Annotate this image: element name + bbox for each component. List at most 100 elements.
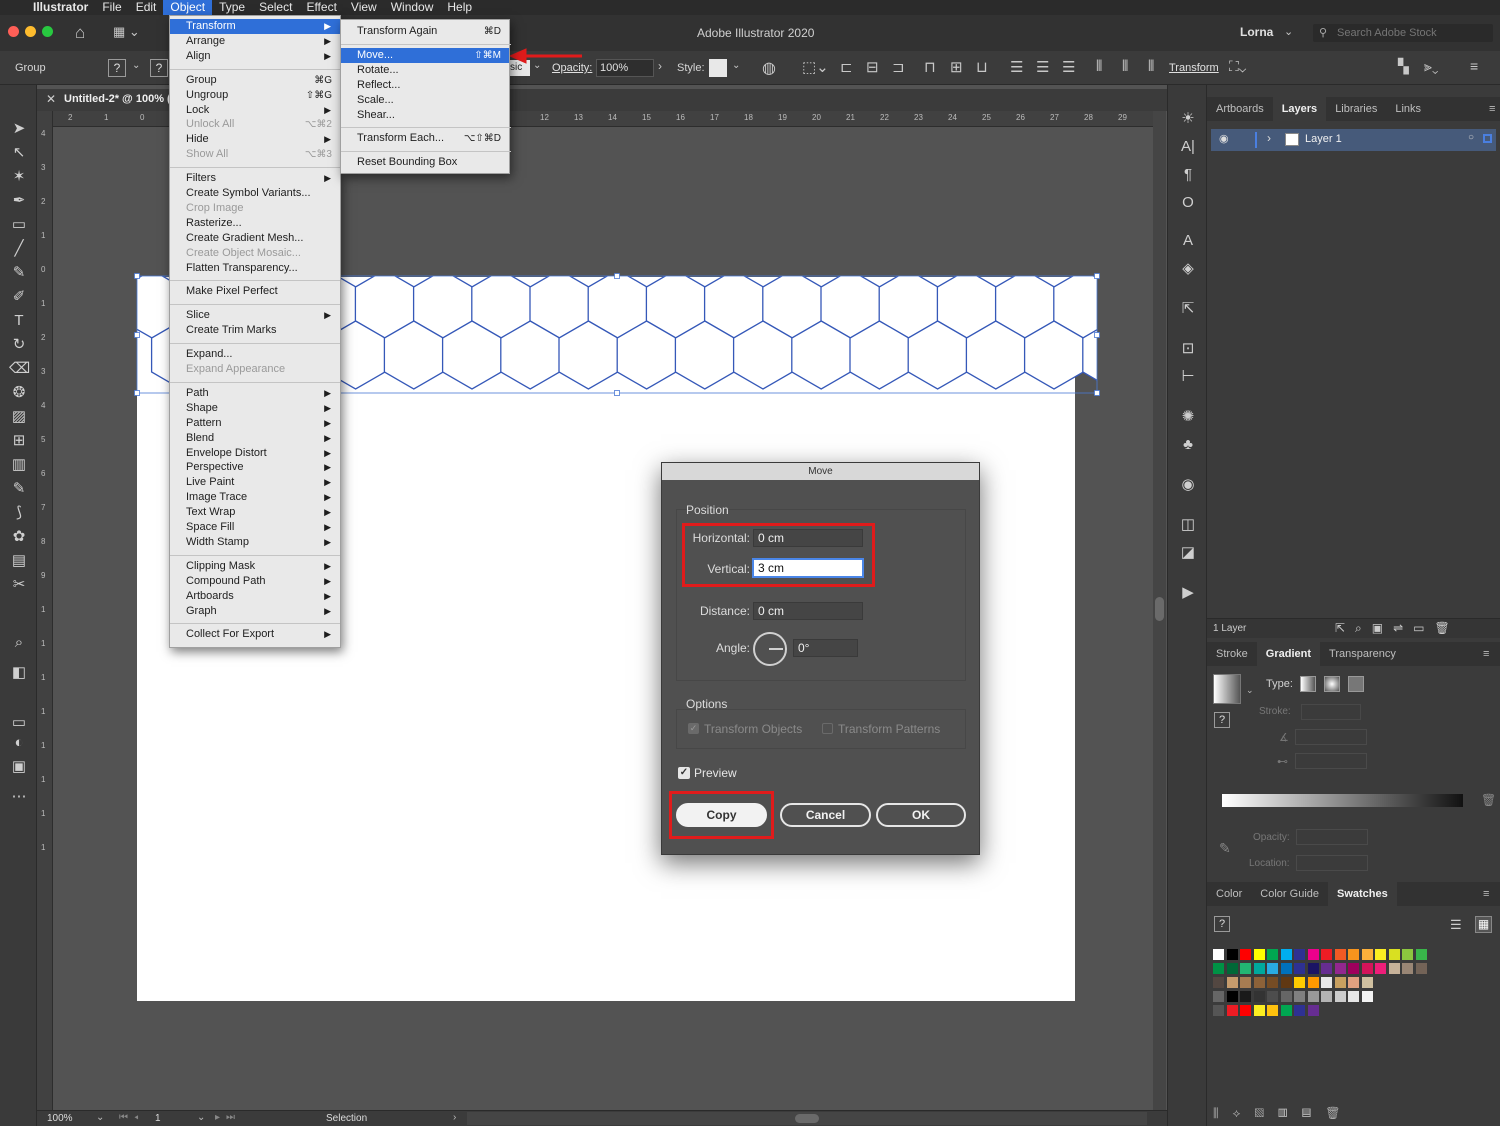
color-swatch[interactable] [1267, 991, 1278, 1002]
zoom-level[interactable]: 100% [47, 1113, 73, 1124]
selection-handle[interactable] [134, 273, 140, 279]
menu-item-flatten-transparency[interactable]: Flatten Transparency... [170, 261, 340, 276]
selection-handle[interactable] [134, 390, 140, 396]
layer-row[interactable]: ◉ › Layer 1 ○ [1211, 129, 1496, 151]
color-swatch[interactable] [1226, 949, 1238, 960]
scrollbar-thumb[interactable] [795, 1114, 819, 1123]
color-swatch[interactable] [1294, 949, 1305, 960]
color-swatch[interactable] [1348, 963, 1359, 974]
color-swatch[interactable] [1280, 991, 1292, 1002]
color-swatch[interactable] [1334, 991, 1346, 1002]
color-swatch[interactable] [1253, 991, 1265, 1002]
menu-item-group[interactable]: Group ⌘G [170, 73, 340, 88]
tab-transparency[interactable]: Transparency [1320, 642, 1405, 666]
menu-item-graph[interactable]: Graph ▶ [170, 604, 340, 619]
color-swatch[interactable] [1213, 963, 1224, 974]
appearance-icon[interactable]: ◉ [1178, 475, 1198, 495]
tab-layers[interactable]: Layers [1272, 97, 1327, 121]
color-swatch[interactable] [1361, 991, 1373, 1002]
menu-item-arrange[interactable]: Arrange ▶ [170, 34, 340, 49]
selection-handle[interactable] [1094, 332, 1100, 338]
menu-item-create-symbol-variants[interactable]: Create Symbol Variants... [170, 186, 340, 201]
distance-input[interactable]: 0 cm [753, 602, 863, 620]
color-swatch[interactable] [1321, 977, 1332, 988]
selection-handle[interactable] [614, 390, 620, 396]
color-swatch[interactable] [1253, 963, 1265, 974]
menu-item-create-trim-marks[interactable]: Create Trim Marks [170, 323, 340, 338]
color-swatch[interactable] [1307, 963, 1319, 974]
color-swatch[interactable] [1240, 991, 1251, 1002]
color-swatch[interactable] [1226, 963, 1238, 974]
symbols-icon[interactable]: ♣ [1178, 435, 1198, 455]
swatches-footer-icons[interactable]: ⫼⟡▧▥▤🗑 [1213, 1106, 1355, 1121]
color-swatch[interactable] [1267, 949, 1278, 960]
menu-item-live-paint[interactable]: Live Paint ▶ [170, 475, 340, 490]
tab-gradient[interactable]: Gradient [1256, 642, 1321, 666]
color-swatch[interactable] [1213, 977, 1224, 988]
menu-item-hide[interactable]: Hide ▶ [170, 132, 340, 147]
menu-item-width-stamp[interactable]: Width Stamp ▶ [170, 535, 340, 550]
color-swatch[interactable] [1348, 949, 1359, 960]
color-swatch[interactable] [1334, 963, 1346, 974]
scrollbar-thumb[interactable] [1155, 597, 1164, 621]
export-icon[interactable]: ⇱ [1178, 299, 1198, 319]
character-icon[interactable]: A| [1178, 137, 1198, 157]
menu-item-shear[interactable]: Shear... [341, 108, 509, 123]
paragraph-icon[interactable]: ¶ [1178, 165, 1198, 185]
color-swatch[interactable] [1240, 963, 1251, 974]
artboard-nav-prev[interactable]: ⏮◂ [119, 1112, 145, 1123]
menu-item-compound-path[interactable]: Compound Path ▶ [170, 574, 340, 589]
color-swatch[interactable] [1267, 963, 1278, 974]
list-view-icon[interactable]: ☰ [1450, 917, 1462, 933]
tab-links[interactable]: Links [1386, 97, 1430, 121]
cancel-button[interactable]: Cancel [780, 803, 871, 827]
menu-item-ungroup[interactable]: Ungroup ⇧⌘G [170, 88, 340, 103]
menu-item-shape[interactable]: Shape ▶ [170, 401, 340, 416]
tab-color-guide[interactable]: Color Guide [1251, 882, 1328, 906]
menu-item-envelope-distort[interactable]: Envelope Distort ▶ [170, 446, 340, 461]
menu-item-lock[interactable]: Lock ▶ [170, 103, 340, 118]
angle-input[interactable]: 0° [793, 639, 858, 657]
menu-item-align[interactable]: Align ▶ [170, 49, 340, 64]
color-swatch[interactable] [1267, 1005, 1278, 1016]
selection-handle[interactable] [134, 332, 140, 338]
color-swatch[interactable] [1213, 1005, 1224, 1016]
angle-dial[interactable] [753, 632, 787, 666]
color-swatch[interactable] [1253, 949, 1265, 960]
color-swatch[interactable] [1280, 963, 1292, 974]
preview-label[interactable]: Preview [694, 766, 737, 780]
menu-item-artboards[interactable]: Artboards ▶ [170, 589, 340, 604]
menu-item-perspective[interactable]: Perspective ▶ [170, 460, 340, 475]
color-swatch[interactable] [1294, 1005, 1305, 1016]
menu-item-text-wrap[interactable]: Text Wrap ▶ [170, 505, 340, 520]
menu-item-transform-again[interactable]: Transform Again ⌘D [341, 24, 509, 39]
chevron-right-icon[interactable]: › [453, 1112, 456, 1123]
color-swatch[interactable] [1375, 949, 1386, 960]
panel-menu-icon[interactable]: ≡ [1489, 103, 1495, 115]
radial-gradient-icon[interactable] [1324, 676, 1340, 692]
color-swatch[interactable] [1226, 1005, 1238, 1016]
brushes-icon[interactable]: ✺ [1178, 407, 1198, 427]
artboards-icon[interactable]: ⊡ [1178, 339, 1198, 359]
menu-item-transform-each[interactable]: Transform Each... ⌥⇧⌘D [341, 131, 509, 146]
menu-item-create-gradient-mesh[interactable]: Create Gradient Mesh... [170, 231, 340, 246]
color-swatch[interactable] [1307, 977, 1319, 988]
color-swatch[interactable] [1388, 963, 1400, 974]
menu-item-space-fill[interactable]: Space Fill ▶ [170, 520, 340, 535]
preview-checkbox[interactable]: ✓ [678, 767, 690, 779]
panel-menu-icon[interactable]: ≡ [1483, 888, 1489, 900]
copy-button[interactable]: Copy [676, 803, 767, 827]
menu-item-rasterize[interactable]: Rasterize... [170, 216, 340, 231]
color-swatch[interactable] [1280, 977, 1292, 988]
selection-handle[interactable] [614, 273, 620, 279]
menu-item-filters[interactable]: Filters ▶ [170, 171, 340, 186]
dialog-title[interactable]: Move [662, 463, 979, 480]
color-swatch[interactable] [1321, 949, 1332, 960]
selection-indicator[interactable] [1483, 134, 1492, 143]
menu-item-clipping-mask[interactable]: Clipping Mask ▶ [170, 559, 340, 574]
glyphs-icon[interactable]: A [1178, 231, 1198, 251]
color-swatch[interactable] [1267, 977, 1278, 988]
target-icon[interactable]: ○ [1468, 132, 1474, 143]
chevron-down-icon[interactable]: ⌄ [96, 1112, 104, 1123]
color-swatch[interactable] [1321, 963, 1332, 974]
